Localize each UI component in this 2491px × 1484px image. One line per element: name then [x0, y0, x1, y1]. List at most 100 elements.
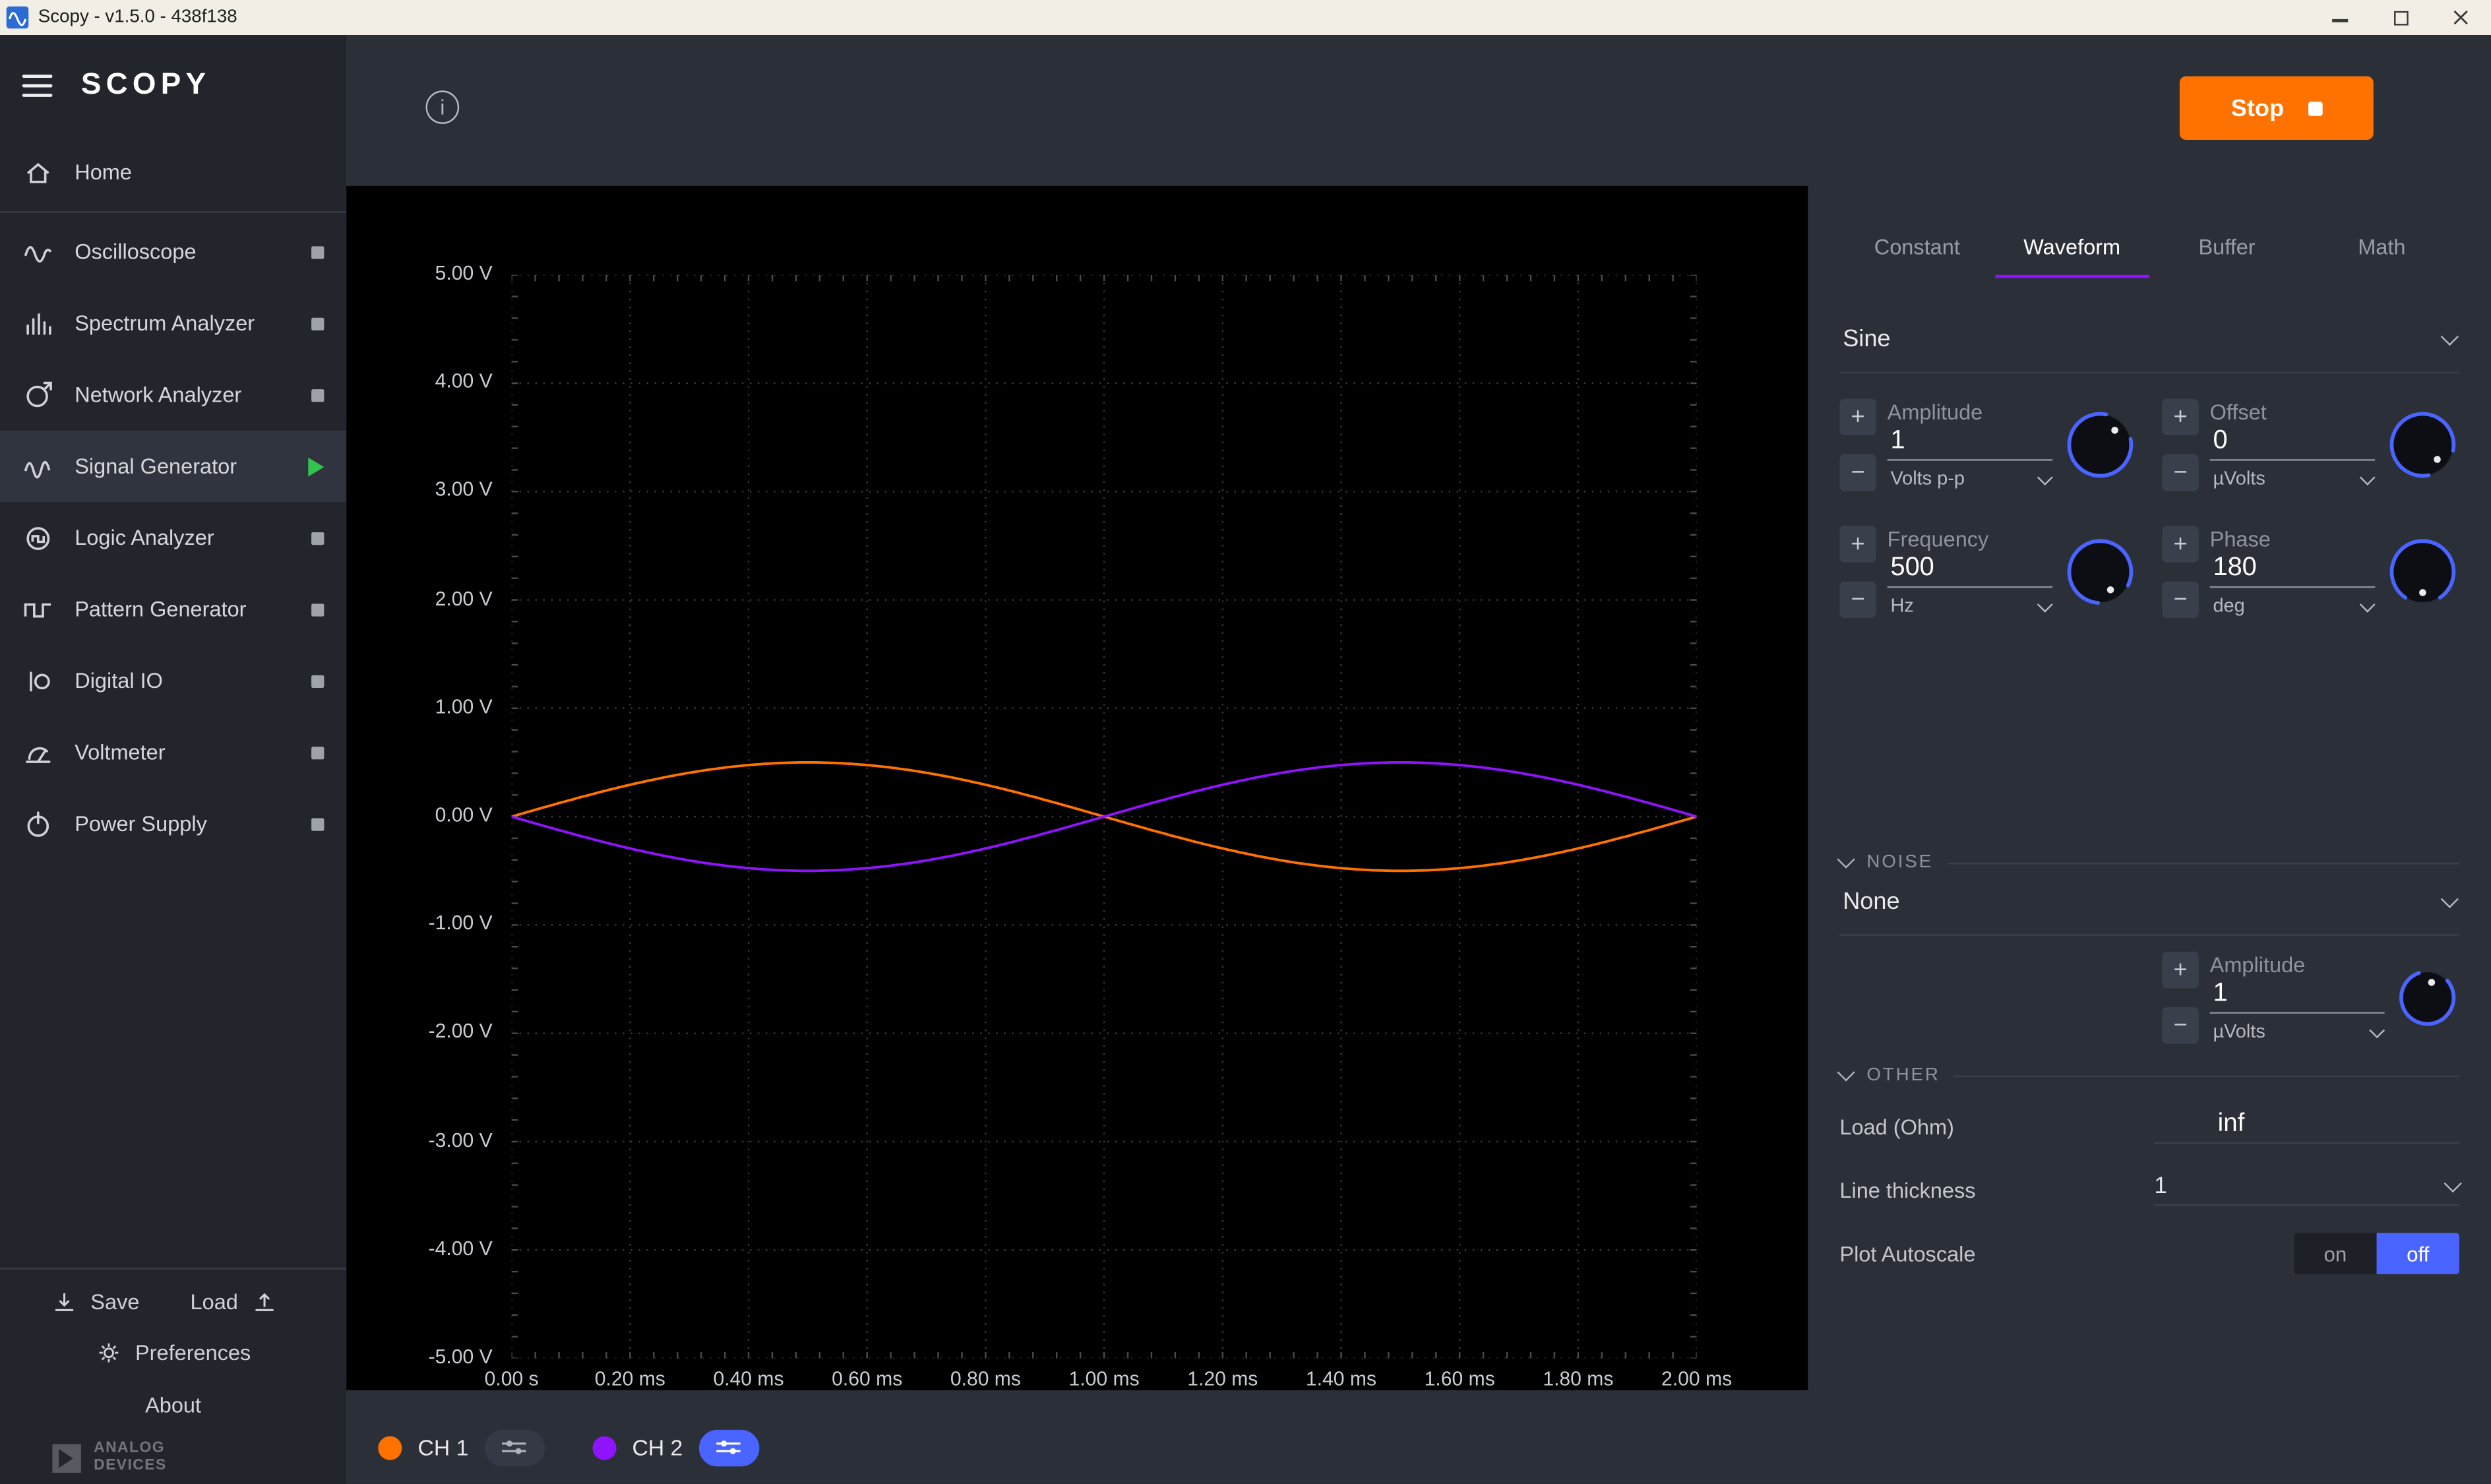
sidebar-item-signal-generator[interactable]: Signal Generator [0, 431, 346, 502]
offset-knob[interactable] [2386, 408, 2459, 481]
x-tick-label: 2.00 ms [1643, 1368, 1751, 1390]
info-icon: i [440, 96, 445, 119]
chevron-down-icon [2441, 890, 2459, 908]
sidebar-item-label: Logic Analyzer [75, 526, 214, 549]
close-button[interactable] [2430, 0, 2491, 35]
frequency-increment-button[interactable]: + [1839, 526, 1876, 562]
sidebar-item-spectrum-analyzer[interactable]: Spectrum Analyzer [0, 288, 346, 359]
channel-2-color-dot [592, 1435, 616, 1459]
x-tick-label: 0.60 ms [813, 1368, 921, 1390]
tab-waveform[interactable]: Waveform [1994, 235, 2149, 278]
sidebar-item-label: Home [75, 160, 132, 184]
frequency-value-input[interactable]: 500 [1888, 551, 2053, 589]
save-button[interactable]: Save [51, 1289, 139, 1316]
frequency-unit-select[interactable]: Hz [1888, 588, 2053, 617]
waveform-plot[interactable]: 5.00 V4.00 V3.00 V2.00 V1.00 V0.00 V-1.0… [346, 186, 1808, 1390]
line-thickness-value: 1 [2154, 1174, 2167, 1200]
frequency-unit-value: Hz [1890, 595, 1913, 617]
frequency-decrement-button[interactable]: − [1839, 582, 1876, 618]
phase-increment-button[interactable]: + [2162, 526, 2198, 562]
phase-knob[interactable] [2386, 536, 2459, 609]
sidebar-item-logic-analyzer[interactable]: Logic Analyzer [0, 502, 346, 573]
x-tick-label: 1.00 ms [1050, 1368, 1158, 1390]
stop-indicator[interactable] [311, 532, 324, 544]
noise-amplitude-unit-select[interactable]: µVolts [2210, 1014, 2385, 1043]
tab-buffer[interactable]: Buffer [2149, 235, 2304, 278]
maximize-button[interactable] [2370, 0, 2431, 35]
about-link[interactable]: About [0, 1394, 346, 1417]
tab-math[interactable]: Math [2304, 235, 2459, 278]
amplitude-knob[interactable] [2064, 408, 2137, 481]
chevron-down-icon [2037, 597, 2051, 611]
amplitude-label: Amplitude [1888, 400, 2053, 423]
noise-amplitude-decrement-button[interactable]: − [2162, 1007, 2198, 1043]
phase-value-input[interactable]: 180 [2210, 551, 2376, 589]
stop-indicator[interactable] [311, 746, 324, 758]
noise-amplitude-increment-button[interactable]: + [2162, 952, 2198, 988]
noise-amplitude-value-input[interactable]: 1 [2210, 976, 2385, 1014]
amplitude-unit-select[interactable]: Volts p-p [1888, 462, 2053, 490]
load-ohm-input[interactable]: inf [2154, 1110, 2459, 1144]
save-icon [51, 1289, 78, 1316]
plot-grid-svg [512, 275, 1697, 1359]
sidebar-item-power-supply[interactable]: Power Supply [0, 788, 346, 859]
channel-1-settings-button[interactable] [484, 1429, 545, 1466]
plot-autoscale-toggle: on off [2294, 1233, 2459, 1274]
sidebar-item-pattern-generator[interactable]: Pattern Generator [0, 574, 346, 645]
sidebar-item-home[interactable]: Home [0, 137, 346, 208]
stop-indicator[interactable] [311, 603, 324, 615]
preferences-button[interactable]: Preferences [0, 1340, 346, 1367]
sliders-icon [501, 1438, 528, 1457]
menu-toggle-button[interactable] [22, 75, 53, 98]
stop-indicator[interactable] [311, 817, 324, 830]
offset-increment-button[interactable]: + [2162, 399, 2198, 435]
analog-devices-logo: ANALOGDEVICES [0, 1441, 346, 1474]
autoscale-on-button[interactable]: on [2294, 1233, 2376, 1274]
phase-decrement-button[interactable]: − [2162, 582, 2198, 618]
other-section-header[interactable]: OTHER [1839, 1066, 2459, 1085]
tab-constant[interactable]: Constant [1839, 235, 1994, 278]
noise-amplitude-knob[interactable] [2395, 966, 2459, 1030]
sidebar-item-label: Digital IO [75, 669, 163, 693]
titlebar: Scopy - v1.5.0 - 438f138 [0, 0, 2491, 35]
autoscale-off-button[interactable]: off [2377, 1233, 2459, 1274]
load-ohm-label: Load (Ohm) [1839, 1115, 1954, 1138]
stop-indicator[interactable] [311, 675, 324, 687]
stop-indicator[interactable] [311, 245, 324, 258]
info-button[interactable]: i [426, 90, 460, 124]
noise-section-header[interactable]: NOISE [1839, 853, 2459, 873]
chevron-down-icon [2359, 597, 2374, 611]
sidebar-item-network-analyzer[interactable]: Network Analyzer [0, 359, 346, 430]
run-indicator[interactable] [308, 457, 324, 476]
amplitude-value-input[interactable]: 1 [1888, 423, 2053, 462]
sidebar-item-oscilloscope[interactable]: Oscilloscope [0, 216, 346, 288]
offset-value-input[interactable]: 0 [2210, 423, 2376, 462]
stop-indicator[interactable] [311, 388, 324, 401]
phase-unit-select[interactable]: deg [2210, 588, 2376, 617]
y-tick-label: -4.00 V [429, 1237, 493, 1260]
frequency-knob[interactable] [2064, 536, 2137, 609]
offset-decrement-button[interactable]: − [2162, 454, 2198, 491]
line-thickness-label: Line thickness [1839, 1178, 1975, 1202]
voltmeter-icon [22, 736, 54, 768]
waveform-type-value: Sine [1843, 326, 1890, 353]
load-button[interactable]: Load [191, 1289, 278, 1316]
x-tick-label: 0.20 ms [576, 1368, 684, 1390]
offset-unit-select[interactable]: µVolts [2210, 462, 2376, 490]
amplitude-increment-button[interactable]: + [1839, 399, 1876, 435]
channel-2-settings-button[interactable] [698, 1429, 759, 1466]
close-icon [2453, 9, 2469, 25]
minimize-button[interactable] [2310, 0, 2370, 35]
waveform-type-select[interactable]: Sine [1839, 326, 2459, 373]
amplitude-decrement-button[interactable]: − [1839, 454, 1876, 491]
divider [1954, 1075, 2459, 1076]
stop-indicator[interactable] [311, 317, 324, 330]
sidebar-item-digital-io[interactable]: Digital IO [0, 645, 346, 716]
noise-type-select[interactable]: None [1839, 888, 2459, 936]
plot-autoscale-label: Plot Autoscale [1839, 1241, 1975, 1265]
sidebar-item-voltmeter[interactable]: Voltmeter [0, 716, 346, 788]
offset-label: Offset [2210, 400, 2376, 423]
line-thickness-select[interactable]: 1 [2154, 1174, 2459, 1206]
amplitude-unit-value: Volts p-p [1890, 468, 1964, 490]
channel-1-color-dot [378, 1435, 402, 1459]
